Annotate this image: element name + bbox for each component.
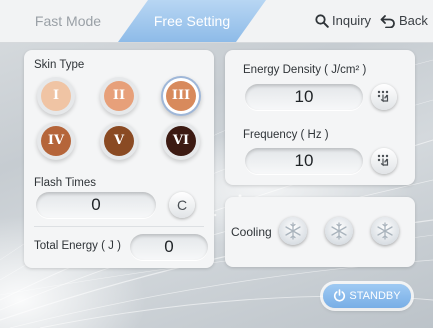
power-icon [334, 289, 346, 302]
tab-fast-mode[interactable]: Fast Mode [18, 0, 118, 42]
skin-type-3-button[interactable]: III [166, 81, 196, 111]
flash-times-title: Flash Times [34, 177, 96, 189]
total-energy-label: Total Energy ( J ) [34, 240, 121, 252]
frequency-value: 10 [245, 148, 363, 174]
cooling-panel: Cooling [225, 197, 415, 267]
energy-frequency-panel: Energy Density ( J/cm² ) 10 Frequency ( … [225, 50, 415, 185]
back-label: Back [399, 13, 428, 28]
touch-keypad-icon [377, 154, 389, 167]
energy-density-label: Energy Density ( J/cm² ) [243, 64, 367, 76]
snowflake-icon [377, 222, 393, 240]
divider [34, 226, 204, 227]
frequency-keypad-button[interactable] [371, 148, 397, 174]
standby-button[interactable]: STANDBY [323, 284, 411, 308]
energy-density-keypad-button[interactable] [371, 84, 397, 110]
flash-times-value: 0 [36, 192, 156, 218]
frequency-label: Frequency ( Hz ) [243, 129, 329, 141]
skin-flash-panel: Skin Type I II III IV V VI Flash Times 0… [24, 50, 214, 268]
total-energy-value: 0 [130, 234, 208, 260]
cooling-label: Cooling [231, 225, 272, 239]
back-arrow-icon [380, 15, 395, 29]
top-bar: Fast Mode Free Setting Inquiry Back [0, 0, 433, 43]
cooling-level-3-button[interactable] [371, 217, 399, 245]
skin-type-2-button[interactable]: II [104, 81, 134, 111]
inquiry-button[interactable]: Inquiry [315, 0, 371, 42]
skin-type-5-button[interactable]: V [104, 126, 134, 156]
search-icon [315, 14, 329, 28]
tab-free-setting[interactable]: Free Setting [118, 0, 266, 42]
flash-clear-button[interactable]: C [169, 192, 195, 218]
skin-type-6-button[interactable]: VI [166, 126, 196, 156]
energy-density-value: 10 [245, 84, 363, 110]
skin-type-4-button[interactable]: IV [41, 126, 71, 156]
inquiry-label: Inquiry [332, 13, 372, 28]
snowflake-icon [331, 222, 347, 240]
back-button[interactable]: Back [380, 0, 428, 42]
touch-keypad-icon [377, 90, 389, 103]
skin-type-1-button[interactable]: I [41, 81, 71, 111]
standby-label: STANDBY [349, 290, 401, 302]
snowflake-icon [285, 222, 301, 240]
cooling-level-2-button[interactable] [325, 217, 353, 245]
skin-type-title: Skin Type [34, 59, 85, 71]
cooling-level-1-button[interactable] [279, 217, 307, 245]
